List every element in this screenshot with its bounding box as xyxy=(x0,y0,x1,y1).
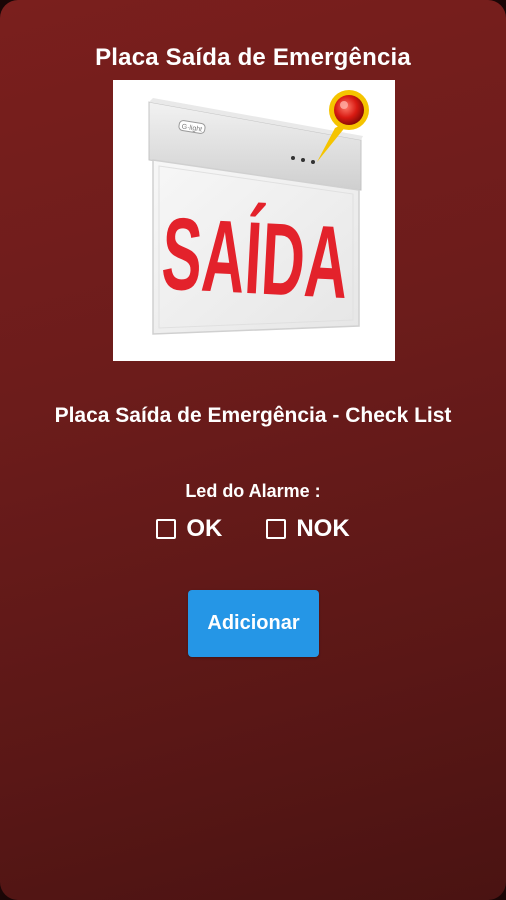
exit-sign-illustration: G·light SAÍDA xyxy=(148,90,369,335)
nok-checkbox[interactable] xyxy=(266,519,287,539)
ok-checkbox[interactable] xyxy=(156,519,177,539)
option-ok[interactable]: OK xyxy=(156,515,222,543)
nok-label: NOK xyxy=(296,515,350,542)
ok-label: OK xyxy=(186,515,223,542)
page-title: Placa Saída de Emergência xyxy=(95,44,411,71)
checklist-title: Placa Saída de Emergência - Check List xyxy=(54,404,452,427)
option-nok[interactable]: NOK xyxy=(266,515,350,543)
led-alarm-options: OK NOK xyxy=(0,515,506,543)
sign-text: SAÍDA xyxy=(159,196,351,320)
add-button[interactable]: Adicionar xyxy=(188,590,319,657)
led-alarm-label: Led do Alarme : xyxy=(185,481,321,501)
product-image: G·light SAÍDA xyxy=(113,80,395,361)
app-screen: Placa Saída de Emergência G·light SAÍDA … xyxy=(0,0,506,900)
